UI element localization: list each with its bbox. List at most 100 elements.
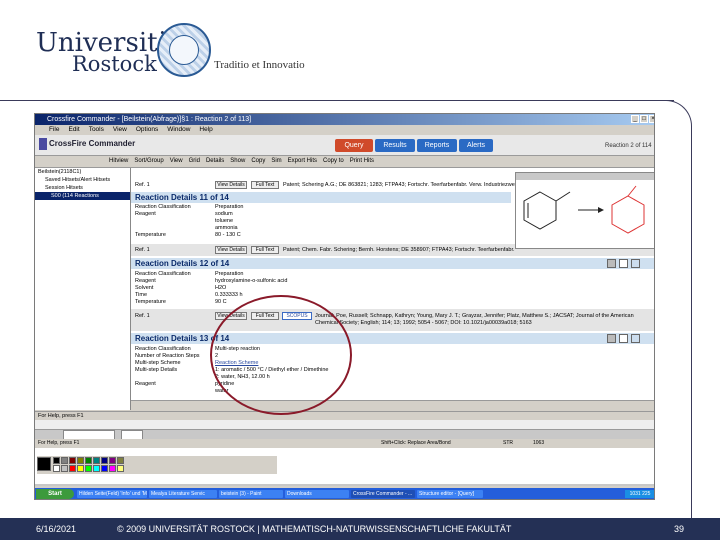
toolbar-grid[interactable]: Grid (189, 158, 200, 164)
paint-status-help: For Help, press F1 (38, 440, 80, 446)
menu-window[interactable]: Window (167, 126, 190, 133)
palette-color[interactable] (117, 457, 124, 464)
export-icon[interactable] (631, 334, 640, 343)
tree-item-selected[interactable]: S00 (114 Reactions (35, 192, 130, 200)
palette-color[interactable] (53, 465, 60, 472)
toolbar-sortgroup[interactable]: Sort/Group (134, 158, 163, 164)
status-help: For Help, press F1 (38, 413, 84, 419)
paint-status-count: 1063 (533, 440, 545, 446)
tab-alerts[interactable]: Alerts (459, 139, 493, 152)
tab-reports[interactable]: Reports (417, 139, 457, 152)
maximize-button[interactable]: □ (640, 115, 648, 123)
taskbar-clock: 1031 225 (625, 490, 654, 498)
taskbar-button[interactable]: Structure editor - [Query] (417, 490, 483, 498)
full-text-button[interactable]: Full Text (251, 181, 279, 189)
palette-color[interactable] (61, 457, 68, 464)
color-palette (37, 456, 277, 474)
palette-color[interactable] (109, 457, 116, 464)
palette-active-color[interactable] (37, 457, 51, 471)
paint-status-shift: Shift+Click: Replace Area/Bond (381, 440, 451, 446)
tab-query[interactable]: Query (335, 139, 373, 152)
ref-label: Ref. 1 (135, 182, 150, 188)
tree-item-session[interactable]: Session Hitsets (35, 184, 130, 192)
palette-color[interactable] (53, 457, 60, 464)
toolbar-copy[interactable]: Copy (251, 158, 265, 164)
row-value: 90 C (215, 299, 227, 305)
row-label: Reaction Classification (135, 346, 191, 352)
taskbar-button[interactable]: beistein (3) - Paint (219, 490, 283, 498)
structure-preview-titlebar (516, 173, 654, 180)
copy-icon[interactable] (619, 259, 628, 268)
ref-label: Ref. 1 (135, 313, 150, 319)
palette-color[interactable] (93, 465, 100, 472)
tree-item-saved[interactable]: Saved Hitsets/Alert Hitsets (35, 176, 130, 184)
menu-bar: File Edit Tools View Options Window Help (35, 125, 654, 135)
palette-color[interactable] (101, 465, 108, 472)
palette-color[interactable] (85, 457, 92, 464)
palette-color[interactable] (101, 457, 108, 464)
palette-color[interactable] (77, 457, 84, 464)
view-details-button[interactable]: View Details (215, 181, 247, 189)
toolbar-sim[interactable]: Sim (271, 158, 281, 164)
full-text-button[interactable]: Full Text (251, 246, 279, 254)
details-header: Reaction Details 12 of 14 (131, 258, 654, 269)
menu-options[interactable]: Options (136, 126, 158, 133)
citation: Journal; Poe, Russell; Schnapp, Kathryn;… (315, 313, 634, 326)
row-value: 0.333333 h (215, 292, 243, 298)
annotation-ellipse (210, 295, 352, 415)
taskbar-button[interactable]: Mealya Literature Servic (149, 490, 217, 498)
brand-name: CrossFire Commander (49, 139, 136, 148)
paint-status-coords: STR (503, 440, 513, 446)
footer-date: 6/16/2021 (36, 524, 77, 534)
taskbar-button[interactable]: Downloads (285, 490, 349, 498)
copy-icon[interactable] (619, 334, 628, 343)
palette-color[interactable] (61, 465, 68, 472)
menu-help[interactable]: Help (199, 126, 212, 133)
taskbar-button-active[interactable]: CrossFire Commander - ... (351, 490, 415, 498)
view-details-button[interactable]: View Details (215, 246, 247, 254)
horizontal-scrollbar[interactable] (131, 400, 654, 410)
menu-edit[interactable]: Edit (68, 126, 79, 133)
hitset-tree: Beilstein(2118C1) Saved Hitsets/Alert Hi… (35, 168, 131, 410)
palette-color[interactable] (93, 457, 100, 464)
row-value: toluene (215, 218, 234, 224)
palette-color[interactable] (69, 465, 76, 472)
palette-color[interactable] (77, 465, 84, 472)
start-button[interactable]: Start (36, 489, 74, 499)
brand-bar: CrossFire Commander Query Results Report… (35, 135, 654, 156)
toolbar-export-hits[interactable]: Export Hits (288, 158, 317, 164)
frame-line-right (691, 129, 692, 519)
row-value: ammonia (215, 225, 238, 231)
toolbar-hitview[interactable]: Hitview (109, 158, 128, 164)
print-icon[interactable] (607, 259, 616, 268)
print-icon[interactable] (607, 334, 616, 343)
palette-color[interactable] (85, 465, 92, 472)
crossfire-window: Crossfire Commander - [Beilstein(Abfrage… (34, 113, 655, 500)
menu-tools[interactable]: Tools (89, 126, 104, 133)
paint-toolbar (35, 420, 654, 430)
toolbar-view[interactable]: View (170, 158, 183, 164)
menu-view[interactable]: View (113, 126, 127, 133)
menu-file[interactable]: File (49, 126, 59, 133)
minimize-button[interactable]: _ (631, 115, 639, 123)
toolbar-show[interactable]: Show (230, 158, 245, 164)
row-label: Multi-step Details (135, 367, 178, 373)
row-label: Number of Reaction Steps (135, 353, 200, 359)
motto: Traditio et Innovatio (214, 59, 305, 71)
toolbar-copy-to[interactable]: Copy to (323, 158, 344, 164)
tab-results[interactable]: Results (375, 139, 415, 152)
toolbar-details[interactable]: Details (206, 158, 224, 164)
tree-root[interactable]: Beilstein(2118C1) (35, 168, 130, 176)
structure-preview (515, 172, 654, 249)
toolbar-print-hits[interactable]: Print Hits (350, 158, 374, 164)
seal-center (169, 35, 199, 65)
palette-color[interactable] (69, 457, 76, 464)
row-label: Reaction Classification (135, 271, 191, 277)
close-button[interactable]: × (649, 115, 654, 123)
taskbar-button[interactable]: Hilden Seite(Feld) 'Info' und 'Möbleinhe… (77, 490, 147, 498)
row-label: Solvent (135, 285, 154, 291)
export-icon[interactable] (631, 259, 640, 268)
palette-color[interactable] (109, 465, 116, 472)
palette-color[interactable] (117, 465, 124, 472)
reaction-structure-icon (523, 185, 645, 234)
